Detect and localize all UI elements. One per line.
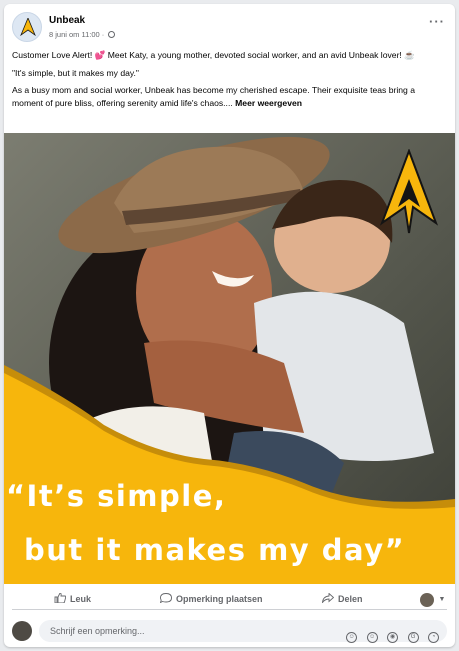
avatar-sticker-icon[interactable]: ☺ [346,632,358,643]
chevron-down-icon: ▼ [438,596,446,604]
reaction-profile-selector[interactable]: ▼ [420,591,445,609]
globe-icon [108,31,116,38]
post-text: Customer Love Alert! 💕 Meet Katy, a youn… [12,49,448,114]
comment-placeholder: Schrijf een opmerking... [50,626,145,636]
like-label: Leuk [70,594,92,604]
post-meta: 8 juni om 11:00 · [49,30,116,39]
brand-a-logo-icon [380,149,438,234]
see-more-link[interactable]: Meer weergeven [235,98,302,108]
comment-input[interactable]: Schrijf een opmerking... ☺ ☺ ◉ G ◔ [39,620,447,643]
thumbs-up-icon [54,593,66,603]
unbeak-logo-icon [20,18,36,37]
post-image[interactable]: “It’s simple, but it makes my day” [4,133,455,584]
comment-tools: ☺ ☺ ◉ G ◔ [341,625,439,643]
post-card: Unbeak 8 juni om 11:00 · ··· Customer Lo… [4,4,455,647]
page-avatar[interactable] [12,12,42,42]
comment-label: Opmerking plaatsen [176,594,263,604]
avatar [420,592,434,607]
comment-icon [160,593,172,603]
gif-icon[interactable]: G [407,632,419,643]
share-button[interactable]: Delen [322,593,363,604]
action-bar: Leuk Opmerking plaatsen Delen ▼ [12,588,447,610]
comment-row: Schrijf een opmerking... ☺ ☺ ◉ G ◔ [12,619,447,643]
image-quote-line: but it makes my day” [24,533,406,567]
comment-button[interactable]: Opmerking plaatsen [160,593,263,604]
post-timestamp[interactable]: 8 juni om 11:00 · [49,30,104,39]
share-label: Delen [338,594,363,604]
like-button[interactable]: Leuk [54,593,91,604]
post-text-line: "It's simple, but it makes my day." [12,67,139,78]
user-avatar[interactable] [12,621,32,641]
share-arrow-icon [322,593,334,603]
post-text-line: Customer Love Alert! 💕 Meet Katy, a youn… [12,50,415,60]
post-text-line: As a busy mom and social worker, Unbeak … [12,84,448,109]
page-name[interactable]: Unbeak [49,15,85,26]
post-header: Unbeak 8 juni om 11:00 · ··· [12,12,447,46]
image-quote-line: “It’s simple, [6,479,227,513]
post-text-body: As a busy mom and social worker, Unbeak … [12,85,415,108]
emoji-icon[interactable]: ☺ [366,632,378,643]
sticker-icon[interactable]: ◔ [428,632,439,643]
more-options-button[interactable]: ··· [429,14,445,29]
camera-icon[interactable]: ◉ [387,632,399,643]
